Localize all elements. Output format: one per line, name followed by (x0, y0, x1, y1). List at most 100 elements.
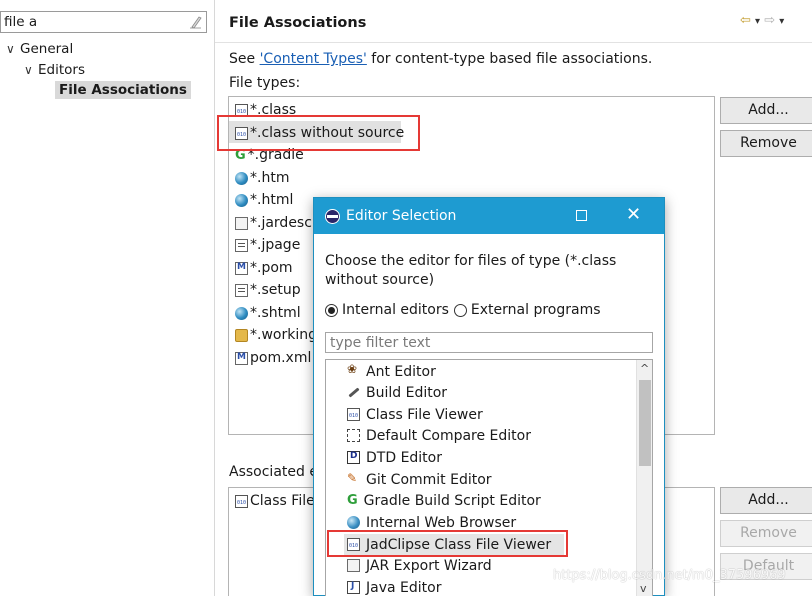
editor-label: Class File Viewer (366, 406, 483, 423)
tree-item-general[interactable]: ∨ General (6, 41, 73, 57)
editor-label: Ant Editor (366, 363, 436, 380)
external-programs-radio[interactable] (453, 303, 467, 317)
clear-filter-icon[interactable] (189, 15, 202, 29)
list-item[interactable]: *.jpage (235, 234, 300, 256)
globe-icon (235, 193, 248, 207)
list-item[interactable]: *.htm (235, 167, 289, 189)
editor-type-radios: Internal editors External programs (325, 302, 601, 318)
eclipse-icon (325, 209, 340, 224)
content-types-link[interactable]: 'Content Types' (260, 51, 367, 67)
add-file-type-button[interactable]: Add... (720, 97, 812, 124)
list-item-label: *.jpage (250, 237, 301, 253)
list-item-label: Class File (250, 493, 315, 509)
filter-value: file a (4, 14, 38, 30)
back-arrow-icon[interactable]: ⇦ (740, 13, 751, 28)
chevron-down-icon[interactable]: ∨ (24, 63, 38, 77)
java-icon (347, 581, 360, 594)
editor-label: Gradle Build Script Editor (363, 492, 541, 509)
scroll-down-icon[interactable]: v (640, 582, 647, 595)
scrollbar-thumb[interactable] (639, 380, 651, 466)
chevron-down-icon[interactable]: ▾ (779, 16, 784, 27)
maximize-icon[interactable] (576, 210, 587, 221)
editor-list-item[interactable]: Default Compare Editor (347, 425, 531, 446)
editor-list-item[interactable]: Build Editor (347, 382, 447, 403)
editor-list-item[interactable]: JAR Export Wizard (347, 555, 492, 576)
list-item-label: *.pom (250, 260, 293, 276)
tree-item-label: Editors (38, 62, 85, 78)
maven-icon (235, 351, 248, 365)
annotation-highlight-box (217, 115, 420, 151)
editor-label: DTD Editor (366, 449, 442, 466)
maven-icon (235, 261, 248, 275)
file-icon (235, 238, 248, 252)
internal-editors-radio[interactable] (325, 303, 338, 317)
tree-item-editors[interactable]: ∨ Editors (24, 62, 85, 78)
jar-icon (347, 559, 360, 572)
list-item[interactable]: *.pom (235, 257, 293, 279)
editor-label: Build Editor (366, 384, 448, 401)
preferences-tree-pane: file a ∨ General ∨ Editors File Associatio… (0, 0, 214, 596)
ant-icon (347, 362, 360, 378)
close-icon[interactable]: ✕ (626, 204, 641, 225)
editor-filter-input[interactable] (326, 333, 652, 352)
internal-editors-label[interactable]: Internal editors (342, 302, 449, 318)
preferences-filter-input[interactable]: file a (0, 11, 207, 33)
editor-list-item[interactable]: Ant Editor (347, 361, 436, 382)
file-icon (235, 283, 248, 297)
chevron-down-icon[interactable]: ▾ (755, 16, 760, 27)
watermark: https://blog.csdn.net/m0_37596969 (553, 568, 786, 583)
add-editor-button[interactable]: Add... (720, 487, 812, 514)
content-types-description: See 'Content Types' for content-type bas… (229, 51, 652, 67)
dialog-title: Editor Selection (346, 208, 457, 224)
dtd-icon (347, 451, 360, 464)
scroll-up-icon[interactable]: ^ (640, 362, 649, 375)
globe-icon (235, 171, 248, 185)
editor-list-item[interactable]: Java Editor (347, 577, 441, 596)
wrench-icon (347, 386, 360, 399)
chevron-down-icon[interactable]: ∨ (6, 42, 20, 56)
desc-suffix: for content-type based file associations… (366, 51, 653, 67)
editor-filter-field[interactable] (325, 332, 653, 353)
desc-prefix: See (229, 51, 260, 67)
remove-file-type-button[interactable]: Remove (720, 130, 812, 157)
editor-list-item[interactable]: Class File Viewer (347, 404, 483, 425)
editor-label: JAR Export Wizard (366, 557, 492, 574)
forward-arrow-icon[interactable]: ⇨ (764, 13, 775, 28)
editor-list-scrollbar[interactable]: ^ v (636, 360, 652, 596)
list-item[interactable]: Class File (235, 490, 315, 512)
editor-list[interactable]: Ant Editor Build Editor Class File Viewe… (325, 359, 653, 596)
history-nav: ⇦ ▾ ⇨ ▾ (740, 13, 784, 28)
editor-list-item[interactable]: Git Commit Editor (347, 469, 492, 490)
tree-item-label: General (20, 41, 74, 57)
page-title: File Associations (229, 15, 367, 31)
globe-icon (347, 516, 360, 529)
list-item-label: *.htm (250, 170, 290, 186)
external-programs-label[interactable]: External programs (471, 302, 601, 318)
editor-label: Default Compare Editor (366, 427, 531, 444)
dialog-titlebar[interactable]: Editor Selection ✕ (314, 198, 664, 234)
tree-item-file-associations[interactable]: File Associations (55, 81, 191, 99)
editor-list-item[interactable]: G Gradle Build Script Editor (347, 490, 541, 511)
list-item-label: pom.xml (250, 350, 312, 366)
list-item[interactable]: *.setup (235, 279, 301, 301)
class-file-icon (235, 494, 248, 508)
globe-icon (235, 306, 248, 320)
list-item-label: *.shtml (250, 305, 301, 321)
editor-list-item[interactable]: DTD Editor (347, 447, 442, 468)
list-item[interactable]: pom.xml (235, 347, 311, 369)
list-item[interactable]: *.shtml (235, 302, 301, 324)
title-divider (215, 42, 812, 43)
list-item[interactable]: *.working (235, 324, 317, 346)
editor-label: Git Commit Editor (366, 471, 492, 488)
pane-splitter[interactable] (214, 0, 215, 596)
compare-icon (347, 429, 360, 442)
git-icon (347, 471, 360, 486)
remove-editor-button[interactable]: Remove (720, 520, 812, 547)
list-item[interactable]: *.jardesc (235, 212, 312, 234)
dialog-prompt: Choose the editor for files of type (*.c… (325, 253, 617, 288)
file-types-label: File types: (229, 75, 301, 91)
editor-label: Internal Web Browser (366, 514, 517, 531)
annotation-highlight-box (327, 530, 568, 557)
list-item[interactable]: *.html (235, 189, 293, 211)
class-file-icon (347, 408, 360, 421)
